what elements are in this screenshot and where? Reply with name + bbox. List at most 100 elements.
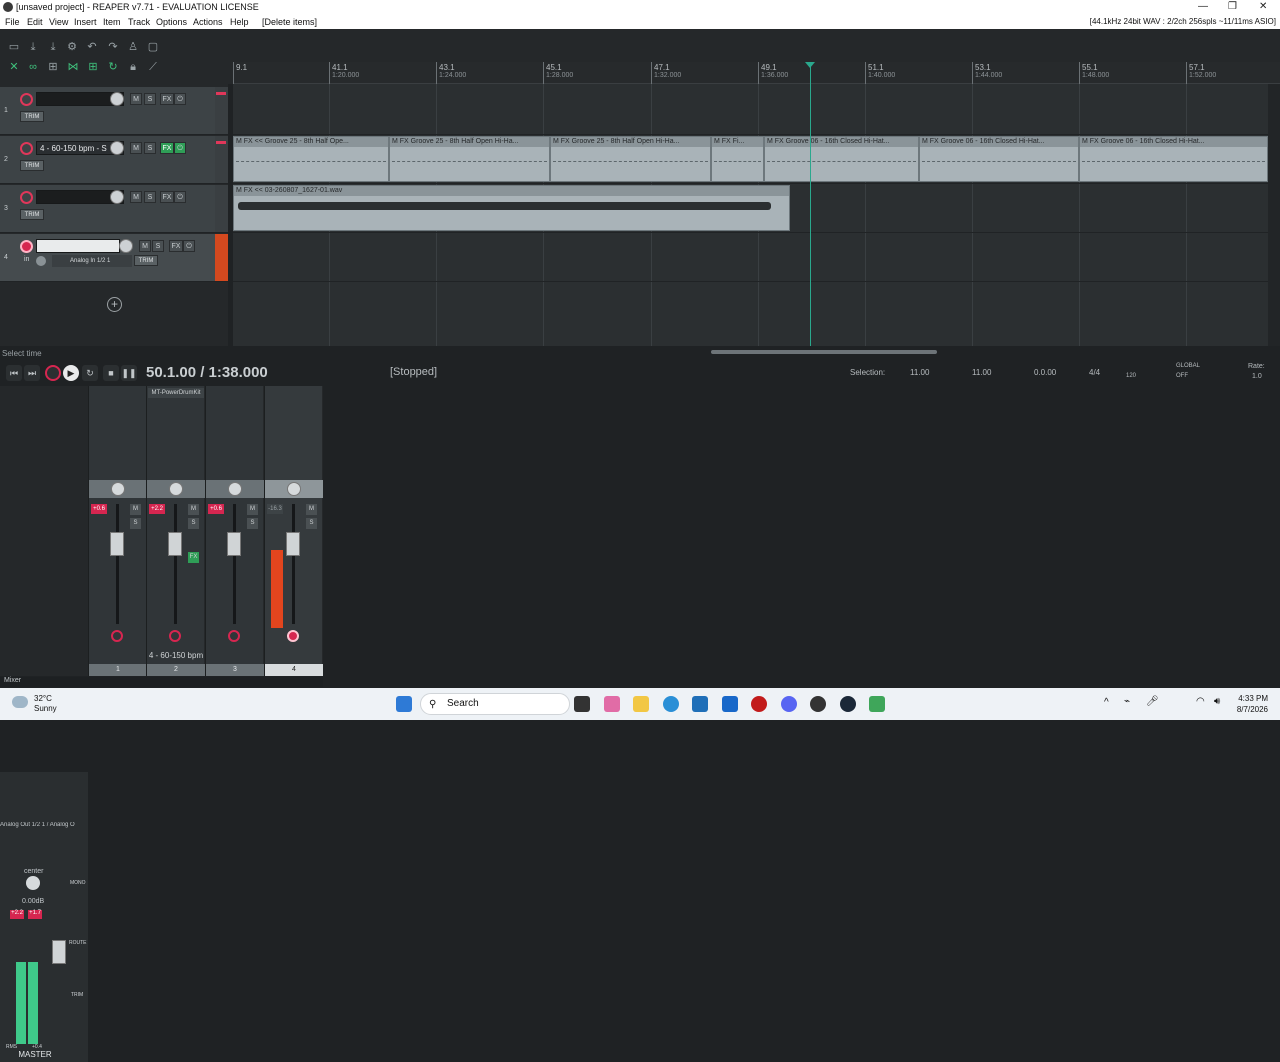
repeat-icon[interactable]: ↻ — [82, 365, 98, 381]
monitor-icon[interactable] — [36, 256, 46, 266]
weather-icon[interactable] — [12, 696, 28, 708]
menu-item[interactable]: Item — [103, 17, 121, 27]
app-icon[interactable] — [751, 696, 767, 712]
tray-expand-icon[interactable]: ^ — [1104, 697, 1109, 708]
maximize-button[interactable]: ❐ — [1228, 1, 1237, 12]
timeline-ruler[interactable]: 9.1 41.1 1:20.000 43.1 1:24.000 45.1 1:28.0… — [233, 62, 1280, 84]
strip-number[interactable]: 3 — [206, 664, 264, 676]
strip-name[interactable]: 4 - 60-150 bpm — [147, 650, 205, 662]
volume-icon[interactable]: 🔊︎ — [1214, 696, 1220, 707]
master-fader[interactable] — [52, 940, 66, 964]
fx-button[interactable]: FX — [160, 142, 174, 154]
track-3-header[interactable]: 3 M S FX ⏻ TRIM — [0, 185, 228, 233]
go-to-start-icon[interactable]: ⏮ — [6, 365, 22, 381]
pan-knob[interactable] — [287, 482, 301, 496]
mute-button[interactable]: M — [247, 504, 258, 515]
track-selector[interactable] — [215, 185, 228, 232]
taskbar-search[interactable]: Search — [420, 693, 570, 715]
volume-fader[interactable] — [227, 532, 241, 556]
record-arm-button[interactable] — [228, 630, 240, 642]
track-name-field[interactable] — [36, 239, 120, 253]
volume-knob[interactable] — [110, 92, 124, 106]
volume-fader[interactable] — [168, 532, 182, 556]
midi-item[interactable]: M FX Groove 06 - 16th Closed Hi-Hat... — [1079, 136, 1268, 182]
mute-button[interactable]: M — [130, 93, 142, 105]
trim-button[interactable]: TRIM — [20, 160, 44, 171]
pause-button[interactable]: ❚❚ — [121, 365, 137, 381]
mixer-strip-3[interactable]: +0.6 M S 3 — [205, 386, 264, 676]
grid-toggle-icon[interactable]: ▢ — [146, 40, 160, 54]
fx-slot-label[interactable]: MT-PowerDrumKit — [148, 388, 204, 398]
master-mono-button[interactable]: MONO — [70, 880, 86, 886]
mute-button[interactable]: M — [139, 240, 151, 252]
power-icon[interactable]: ⏻ — [183, 240, 195, 252]
volume-knob[interactable] — [110, 190, 124, 204]
fx-button[interactable]: FX — [188, 552, 199, 563]
pan-knob[interactable] — [169, 482, 183, 496]
record-arm-button[interactable] — [287, 630, 299, 642]
scrollbar-thumb[interactable] — [711, 350, 937, 354]
power-icon[interactable]: ⏻ — [174, 93, 186, 105]
solo-button[interactable]: S — [306, 518, 317, 529]
obs-icon[interactable] — [810, 696, 826, 712]
snap-icon[interactable]: ⊞ — [86, 60, 100, 74]
play-button[interactable]: ▶ — [63, 365, 79, 381]
record-arm-button[interactable] — [111, 630, 123, 642]
mute-button[interactable]: M — [188, 504, 199, 515]
midi-item[interactable]: M FX Groove 25 - 8th Half Open Hi-Ha... — [550, 136, 711, 182]
master-pan-knob[interactable] — [26, 876, 40, 890]
solo-button[interactable]: S — [144, 142, 156, 154]
midi-item[interactable]: M FX Fi... — [711, 136, 764, 182]
weather-desc[interactable]: Sunny — [34, 704, 57, 714]
global-automation-state[interactable]: OFF — [1176, 373, 1188, 379]
volume-fader[interactable] — [110, 532, 124, 556]
power-icon[interactable]: ⏻ — [174, 191, 186, 203]
fx-button[interactable]: FX — [160, 93, 174, 105]
trim-button[interactable]: TRIM — [20, 111, 44, 122]
vertical-scrollbar[interactable] — [1268, 84, 1280, 346]
copilot-icon[interactable] — [604, 696, 620, 712]
record-arm-button[interactable] — [169, 630, 181, 642]
go-to-end-icon[interactable]: ⏭ — [24, 365, 40, 381]
selection-end[interactable]: 11.00 — [972, 368, 991, 377]
start-icon[interactable] — [396, 696, 412, 712]
record-arm-button[interactable] — [20, 240, 33, 253]
strip-number[interactable]: 2 — [147, 664, 205, 676]
volume-readout[interactable]: +2.2 — [149, 504, 165, 514]
close-button[interactable]: ✕ — [1259, 1, 1267, 12]
audio-item[interactable]: M FX << 03-260807_1627-01.wav — [233, 185, 790, 231]
power-icon[interactable]: ⏻ — [174, 142, 186, 154]
mute-button[interactable]: M — [130, 142, 142, 154]
record-arm-button[interactable] — [20, 191, 33, 204]
envelope-icon[interactable]: ⟋ — [146, 60, 160, 74]
master-output-route[interactable]: Analog Out 1/2 1 / Analog O — [0, 822, 86, 832]
mixer-tab[interactable]: Mixer — [0, 677, 323, 687]
midi-item[interactable]: M FX << Groove 25 - 8th Half Ope... — [233, 136, 389, 182]
menu-options[interactable]: Options — [156, 17, 187, 27]
input-monitor-label[interactable]: in — [24, 256, 29, 263]
ripple-icon[interactable]: ✕ — [7, 60, 21, 74]
menu-edit[interactable]: Edit — [27, 17, 43, 27]
redo-icon[interactable]: ↷ — [106, 40, 120, 54]
menu-track[interactable]: Track — [128, 17, 150, 27]
input-select[interactable]: Analog In 1/2 1 — [52, 255, 132, 267]
pan-knob[interactable] — [111, 482, 125, 496]
track-2-lane[interactable]: M FX << Groove 25 - 8th Half Ope... M FX… — [233, 136, 1268, 184]
volume-readout[interactable]: +0.6 — [208, 504, 224, 514]
metronome-icon[interactable]: ♙ — [126, 40, 140, 54]
edge-icon[interactable] — [663, 696, 679, 712]
edit-cursor[interactable] — [810, 62, 811, 346]
mute-button[interactable]: M — [130, 191, 142, 203]
solo-button[interactable]: S — [188, 518, 199, 529]
trim-button[interactable]: TRIM — [20, 209, 44, 220]
volume-readout[interactable]: -16.3 — [267, 504, 283, 514]
undo-icon[interactable]: ↶ — [85, 40, 99, 54]
wifi-icon[interactable]: ◠ — [1196, 696, 1205, 707]
audio-device-status[interactable]: [44.1kHz 24bit WAV : 2/2ch 256spls ~11/1… — [1090, 17, 1276, 26]
track-4-lane[interactable] — [233, 234, 1268, 282]
weather-temp[interactable]: 32°C — [34, 694, 52, 704]
project-icon[interactable]: ▭ — [7, 40, 21, 54]
save-icon[interactable]: ⤓ — [46, 40, 60, 54]
auto-crossfade-icon[interactable]: ⋈ — [66, 60, 80, 74]
solo-button[interactable]: S — [130, 518, 141, 529]
